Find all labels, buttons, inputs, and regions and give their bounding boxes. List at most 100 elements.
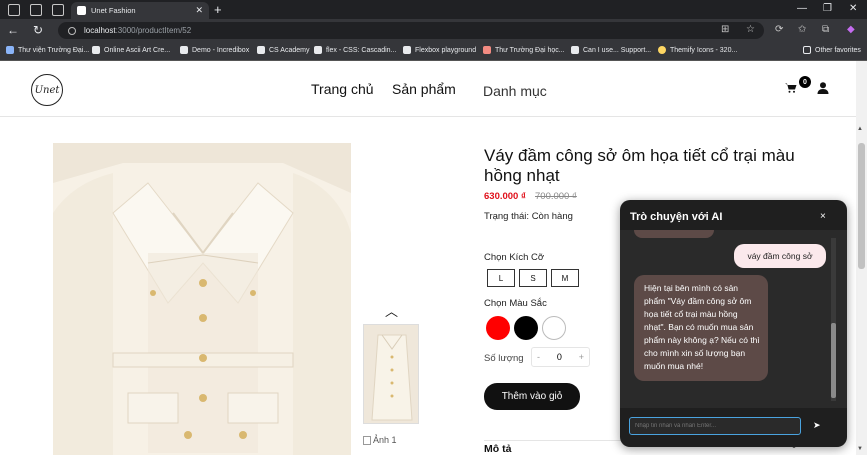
- address-bar-row: ← ↻ localhost :3000/productItem/52 ⊞ ☆ ⟳…: [0, 19, 867, 42]
- thumbnail-scroll-up-icon[interactable]: ︿: [385, 301, 398, 320]
- size-option-m[interactable]: M: [551, 269, 579, 287]
- bookmark-item[interactable]: Demo - Incredibox: [180, 46, 249, 54]
- quantity-decrease-button[interactable]: -: [537, 352, 540, 362]
- description-header[interactable]: Mô tả: [484, 443, 511, 455]
- bookmark-icon: [314, 46, 322, 54]
- scroll-down-arrow-icon[interactable]: ▼: [857, 446, 863, 452]
- quantity-increase-button[interactable]: +: [579, 352, 584, 362]
- maximize-icon[interactable]: ❐: [823, 3, 832, 14]
- add-to-cart-button[interactable]: Thêm vào giỏ: [484, 383, 580, 410]
- favorites-icon[interactable]: ✩: [798, 24, 806, 35]
- quantity-value[interactable]: 0: [557, 352, 562, 362]
- browser-tab-bar: Unet Fashion ✕ + — ❐ ✕: [0, 0, 867, 19]
- bookmark-item[interactable]: Themify Icons - 320...: [658, 46, 737, 54]
- chat-title: Trò chuyện với AI: [630, 211, 723, 223]
- user-icon[interactable]: [817, 82, 829, 94]
- scroll-up-arrow-icon[interactable]: ▲: [857, 126, 863, 132]
- favorite-star-icon[interactable]: ☆: [746, 24, 755, 35]
- broken-image-icon: [363, 435, 371, 445]
- send-icon[interactable]: ➤: [813, 420, 821, 431]
- bookmark-item[interactable]: Thư Trường Đại học...: [483, 46, 565, 54]
- thumbnail-alt-text: Ảnh 1: [373, 435, 397, 445]
- reload-icon[interactable]: ↻: [31, 23, 45, 37]
- bookmark-item[interactable]: flex - CSS: Cascadin...: [314, 46, 396, 54]
- bookmark-label: Can I use... Support...: [583, 46, 652, 54]
- product-thumbnail[interactable]: [363, 324, 419, 424]
- nav-products[interactable]: Sản phẩm: [392, 81, 456, 97]
- chat-input[interactable]: [629, 417, 801, 435]
- quantity-label: Số lượng: [484, 353, 524, 364]
- color-option-white[interactable]: [542, 316, 566, 340]
- site-logo[interactable]: Unet: [31, 74, 63, 106]
- bookmark-icon: [92, 46, 100, 54]
- chat-messages[interactable]: váy đầm công sở Hiện tại bên mình có sản…: [620, 230, 847, 408]
- minimize-icon[interactable]: —: [797, 3, 807, 14]
- product-old-price: 700.000 ₫: [535, 191, 577, 202]
- collections-icon[interactable]: ⧉: [822, 24, 829, 35]
- bookmark-label: Flexbox playground: [415, 46, 477, 54]
- color-option-black[interactable]: [514, 316, 538, 340]
- product-main-image: [53, 143, 351, 455]
- page-scrollbar-thumb[interactable]: [858, 143, 865, 269]
- size-label: Chọn Kích Cỡ: [484, 252, 545, 263]
- broken-thumbnail[interactable]: Ảnh 1: [363, 435, 397, 445]
- nav-home[interactable]: Trang chủ: [311, 81, 374, 97]
- color-option-red[interactable]: [486, 316, 510, 340]
- bookmark-icon: [658, 46, 666, 54]
- bookmark-label: Themify Icons - 320...: [670, 46, 738, 54]
- other-favorites-label: Other favorites: [815, 46, 861, 54]
- stock-status: Trạng thái: Còn hàng: [484, 211, 573, 222]
- logo-text: Unet: [34, 84, 60, 96]
- bookmark-icon: [483, 46, 491, 54]
- nav-categories[interactable]: Danh mục: [483, 83, 547, 99]
- app-available-icon[interactable]: ⊞: [721, 24, 729, 35]
- thumbnail-dress-image: [364, 325, 418, 423]
- url-host: localhost: [84, 26, 116, 35]
- tab-actions-icon[interactable]: [52, 3, 64, 16]
- cart-count-badge: 0: [799, 76, 811, 88]
- bookmark-icon: [180, 46, 188, 54]
- bookmark-icon: [571, 46, 579, 54]
- user-message: váy đầm công sở: [734, 244, 826, 268]
- other-favorites[interactable]: Other favorites: [803, 46, 861, 54]
- bookmark-icon: [6, 46, 14, 54]
- bookmark-item[interactable]: Flexbox playground: [403, 46, 476, 54]
- profile-icon[interactable]: [8, 3, 20, 16]
- url-field[interactable]: localhost :3000/productItem/52: [58, 22, 764, 39]
- back-icon[interactable]: ←: [6, 23, 20, 37]
- bot-message: Hiện tại bên mình có sản phẩm "Váy đầm c…: [634, 275, 768, 381]
- bookmark-item[interactable]: Thư viện Trường Đại...: [6, 46, 89, 54]
- previous-message-bubble: [634, 230, 714, 238]
- quantity-stepper: - 0 +: [531, 347, 590, 367]
- active-tab[interactable]: Unet Fashion ✕: [71, 2, 209, 19]
- bookmark-label: Online Ascii Art Cre...: [104, 46, 171, 54]
- tab-close-icon[interactable]: ✕: [195, 5, 203, 16]
- window-close-icon[interactable]: ✕: [849, 3, 857, 14]
- bookmark-icon: [257, 46, 265, 54]
- color-label: Chọn Màu Sắc: [484, 298, 547, 309]
- tab-title: Unet Fashion: [91, 6, 136, 15]
- site-info-icon[interactable]: [68, 26, 76, 35]
- bookmark-item[interactable]: Can I use... Support...: [571, 46, 651, 54]
- tab-favicon-icon: [77, 6, 86, 15]
- bookmarks-bar: Thư viện Trường Đại... Online Ascii Art …: [0, 42, 867, 61]
- folder-icon: [803, 46, 811, 54]
- bookmark-item[interactable]: Online Ascii Art Cre...: [92, 46, 170, 54]
- bookmark-label: Thư viện Trường Đại...: [18, 46, 90, 54]
- workspaces-icon[interactable]: [30, 3, 42, 16]
- dress-illustration: [53, 143, 351, 455]
- new-tab-icon[interactable]: +: [214, 2, 222, 17]
- refresh-extensions-icon[interactable]: ⟳: [775, 24, 783, 35]
- chat-scrollbar-thumb[interactable]: [831, 323, 836, 398]
- cart-icon[interactable]: [785, 83, 797, 93]
- bookmark-item[interactable]: CS Academy: [257, 46, 309, 54]
- chat-close-icon[interactable]: ×: [820, 211, 826, 222]
- size-option-l[interactable]: L: [487, 269, 515, 287]
- size-option-s[interactable]: S: [519, 269, 547, 287]
- copilot-icon[interactable]: ◆: [847, 24, 855, 35]
- bookmark-label: Demo - Incredibox: [192, 46, 250, 54]
- bookmark-label: Thư Trường Đại học...: [495, 46, 565, 54]
- bookmark-label: flex - CSS: Cascadin...: [326, 46, 397, 54]
- ai-chat-widget: Trò chuyện với AI × váy đầm công sở Hiện…: [620, 200, 847, 447]
- bookmark-label: CS Academy: [269, 46, 310, 54]
